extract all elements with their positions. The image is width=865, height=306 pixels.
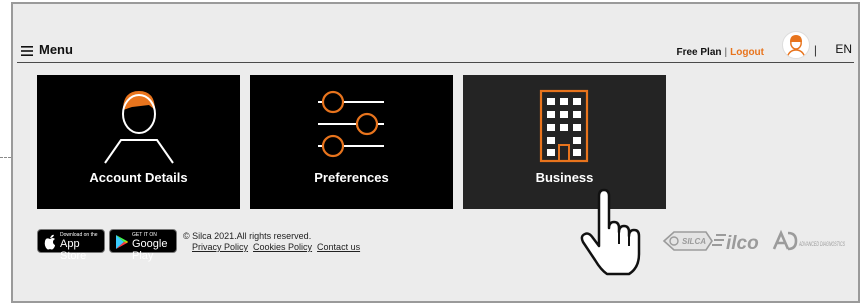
contact-us-link[interactable]: Contact us bbox=[317, 242, 360, 252]
svg-text:ilco: ilco bbox=[726, 233, 759, 254]
user-avatar-icon bbox=[786, 35, 806, 58]
language-selector[interactable]: EN bbox=[835, 42, 852, 56]
menu-button[interactable]: Menu bbox=[21, 42, 73, 57]
app-store-badge[interactable]: Download on the App Store bbox=[37, 229, 105, 262]
avatar[interactable] bbox=[782, 31, 810, 59]
plan-label: Free Plan bbox=[676, 47, 722, 58]
brand-logos: SILCA ilco ADVANCED DIAGNOSTICS bbox=[662, 229, 845, 254]
svg-text:ADVANCED DIAGNOSTICS: ADVANCED DIAGNOSTICS bbox=[798, 242, 845, 248]
connector-dash bbox=[0, 157, 11, 158]
hand-pointer-icon bbox=[580, 188, 641, 276]
copyright-text: © Silca 2021.All rights reserved. bbox=[183, 231, 312, 241]
google-play-badge[interactable]: GET IT ON Google Play bbox=[109, 229, 177, 262]
google-play-icon bbox=[116, 235, 128, 249]
privacy-policy-link[interactable]: Privacy Policy bbox=[192, 242, 248, 252]
hamburger-icon bbox=[21, 45, 33, 56]
app-store-name: App Store bbox=[60, 238, 87, 262]
advanced-diagnostics-logo: ADVANCED DIAGNOSTICS bbox=[772, 229, 845, 251]
footer-links: Privacy Policy Cookies Policy Contact us bbox=[192, 242, 365, 252]
google-play-name: Google Play bbox=[132, 238, 168, 262]
tile-account-details[interactable]: Account Details bbox=[37, 75, 240, 209]
logout-link[interactable]: Logout bbox=[730, 47, 764, 58]
tile-label: Business bbox=[535, 170, 594, 185]
building-icon bbox=[539, 89, 589, 163]
header-divider: | bbox=[813, 43, 817, 57]
tile-label: Account Details bbox=[89, 170, 188, 185]
top-bar: Menu Free Plan | Logout | EN bbox=[17, 31, 854, 63]
sliders-icon bbox=[318, 90, 384, 158]
tile-preferences[interactable]: Preferences bbox=[250, 75, 453, 209]
svg-text:SILCA: SILCA bbox=[682, 237, 706, 246]
tile-label: Preferences bbox=[314, 170, 389, 185]
silca-logo: SILCA bbox=[662, 231, 713, 251]
app-frame: Menu Free Plan | Logout | EN Account Detai… bbox=[11, 2, 860, 303]
plan-separator: | bbox=[724, 47, 728, 58]
cookies-policy-link[interactable]: Cookies Policy bbox=[253, 242, 312, 252]
plan-info: Free Plan | Logout bbox=[676, 47, 764, 58]
apple-icon bbox=[44, 234, 55, 250]
user-icon bbox=[104, 91, 174, 164]
ilco-logo: ilco bbox=[712, 233, 759, 254]
menu-label: Menu bbox=[39, 42, 73, 57]
